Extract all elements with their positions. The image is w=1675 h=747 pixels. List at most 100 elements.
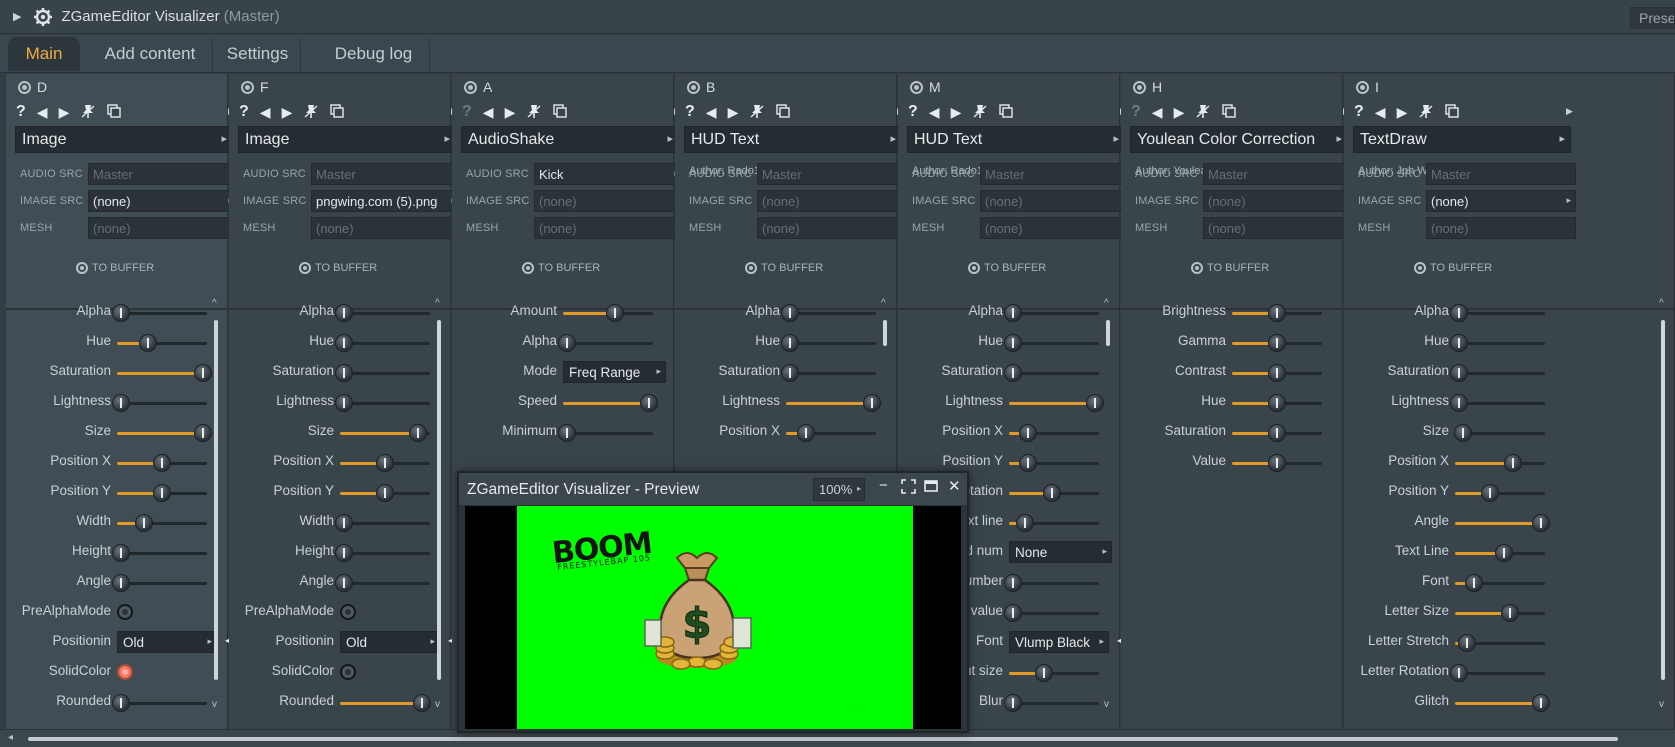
param-toggle[interactable] xyxy=(117,664,133,680)
scroll-up-icon[interactable]: ^ xyxy=(1659,298,1664,309)
param-dropdown[interactable]: Freq Range xyxy=(563,361,666,383)
param-slider[interactable] xyxy=(1455,454,1545,472)
scroll-up-icon[interactable]: ^ xyxy=(1104,298,1109,309)
audio-src-field[interactable]: Master xyxy=(1203,163,1353,185)
param-slider-knob[interactable] xyxy=(412,694,431,712)
param-slider-knob[interactable] xyxy=(408,424,427,442)
param-slider-knob[interactable] xyxy=(1454,424,1473,442)
param-slider[interactable] xyxy=(1232,364,1322,382)
pin-icon[interactable] xyxy=(1418,103,1434,122)
to-buffer-radio[interactable] xyxy=(745,262,757,274)
param-slider-knob[interactable] xyxy=(1004,304,1022,322)
param-slider-knob[interactable] xyxy=(1532,694,1550,712)
param-slider-knob[interactable] xyxy=(112,574,130,592)
param-slider[interactable] xyxy=(1450,334,1545,352)
param-slider[interactable] xyxy=(112,544,207,562)
scroll-down-icon[interactable]: v xyxy=(212,699,217,710)
pin-icon[interactable] xyxy=(80,103,96,122)
param-slider[interactable] xyxy=(117,454,207,472)
param-scrollbar[interactable]: ^v xyxy=(1104,298,1111,710)
param-slider[interactable] xyxy=(781,304,876,322)
param-slider[interactable] xyxy=(1450,394,1545,412)
param-slider[interactable] xyxy=(335,334,430,352)
effect-title[interactable]: Image xyxy=(15,126,233,153)
param-slider-knob[interactable] xyxy=(335,334,353,352)
maximize-icon[interactable] xyxy=(924,479,938,497)
param-slider[interactable] xyxy=(781,364,876,382)
layers-icon[interactable] xyxy=(1222,103,1237,121)
param-slider[interactable] xyxy=(117,484,207,502)
param-slider[interactable] xyxy=(112,574,207,592)
next-effect-icon[interactable]: ▶ xyxy=(951,104,962,121)
to-buffer-radio[interactable] xyxy=(76,262,88,274)
param-slider[interactable] xyxy=(1004,334,1099,352)
effect-title[interactable]: Youlean Color Correction xyxy=(1130,126,1348,153)
tab-add-content[interactable]: Add content xyxy=(88,37,213,71)
tab-settings[interactable]: Settings xyxy=(215,37,301,71)
param-toggle[interactable] xyxy=(340,604,356,620)
effect-title[interactable]: AudioShake xyxy=(461,126,679,153)
param-slider-knob[interactable] xyxy=(1450,664,1468,682)
param-slider-knob[interactable] xyxy=(153,484,171,502)
param-slider[interactable] xyxy=(786,424,876,442)
param-slider-knob[interactable] xyxy=(1268,304,1286,322)
to-buffer-option[interactable]: TO BUFFER xyxy=(1191,262,1269,274)
param-slider[interactable] xyxy=(335,514,430,532)
param-slider-knob[interactable] xyxy=(1004,364,1022,382)
param-slider-knob[interactable] xyxy=(335,304,353,322)
scroll-up-icon[interactable]: ^ xyxy=(881,298,886,309)
param-slider-knob[interactable] xyxy=(194,424,212,442)
param-slider-knob[interactable] xyxy=(376,484,394,502)
param-slider[interactable] xyxy=(340,484,430,502)
to-buffer-radio[interactable] xyxy=(1191,262,1203,274)
to-buffer-option[interactable]: TO BUFFER xyxy=(1414,262,1492,274)
param-slider[interactable] xyxy=(335,574,430,592)
param-slider-knob[interactable] xyxy=(112,544,130,562)
param-slider[interactable] xyxy=(1232,304,1322,322)
param-slider[interactable] xyxy=(1004,694,1099,712)
tab-debug-log[interactable]: Debug log xyxy=(318,37,430,71)
param-slider[interactable] xyxy=(1004,604,1099,622)
param-slider-knob[interactable] xyxy=(1458,634,1477,652)
param-slider-knob[interactable] xyxy=(1268,364,1286,382)
to-buffer-option[interactable]: TO BUFFER xyxy=(745,262,823,274)
gear-icon[interactable] xyxy=(33,7,53,27)
help-icon[interactable]: ? xyxy=(16,103,26,121)
param-slider[interactable] xyxy=(1232,334,1322,352)
effect-title[interactable]: Image xyxy=(238,126,456,153)
param-slider-knob[interactable] xyxy=(335,364,353,382)
layers-icon[interactable] xyxy=(999,103,1014,121)
param-slider[interactable] xyxy=(1454,424,1545,442)
param-slider[interactable] xyxy=(112,394,207,412)
param-dropdown[interactable]: None xyxy=(1009,541,1112,563)
help-icon[interactable]: ? xyxy=(1354,103,1364,121)
prev-effect-icon[interactable]: ◀ xyxy=(483,104,494,121)
pin-icon[interactable] xyxy=(303,103,319,122)
param-scroll-thumb[interactable] xyxy=(1661,320,1665,680)
to-buffer-option[interactable]: TO BUFFER xyxy=(968,262,1046,274)
pin-icon[interactable] xyxy=(972,103,988,122)
effect-title[interactable]: HUD Text xyxy=(907,126,1125,153)
param-slider[interactable] xyxy=(1450,364,1545,382)
param-slider[interactable] xyxy=(1455,544,1545,562)
param-slider-knob[interactable] xyxy=(1450,334,1468,352)
param-slider-knob[interactable] xyxy=(797,424,816,442)
audio-src-field[interactable]: Master xyxy=(1426,163,1576,185)
image-src-field[interactable]: (none) xyxy=(1426,190,1576,212)
param-slider-knob[interactable] xyxy=(335,574,353,592)
param-slider[interactable] xyxy=(1009,664,1099,682)
minimize-icon[interactable]: − xyxy=(879,477,888,494)
layer-enable-radio[interactable] xyxy=(464,80,477,94)
param-slider[interactable] xyxy=(1455,514,1550,532)
mesh-field[interactable]: (none) xyxy=(88,217,238,239)
param-slider[interactable] xyxy=(112,304,207,322)
param-scroll-thumb[interactable] xyxy=(883,320,887,346)
param-slider-knob[interactable] xyxy=(1450,394,1468,412)
param-slider-knob[interactable] xyxy=(1450,364,1468,382)
to-buffer-radio[interactable] xyxy=(1414,262,1426,274)
layer-enable-radio[interactable] xyxy=(1356,80,1369,94)
param-slider-knob[interactable] xyxy=(139,334,158,352)
effect-title[interactable]: TextDraw xyxy=(1353,126,1571,153)
layer-column-i[interactable]: I?◀▶▶TextDrawAuthor: Jph WacheskiAUDIO S… xyxy=(1344,74,1675,729)
param-slider[interactable] xyxy=(1004,304,1099,322)
